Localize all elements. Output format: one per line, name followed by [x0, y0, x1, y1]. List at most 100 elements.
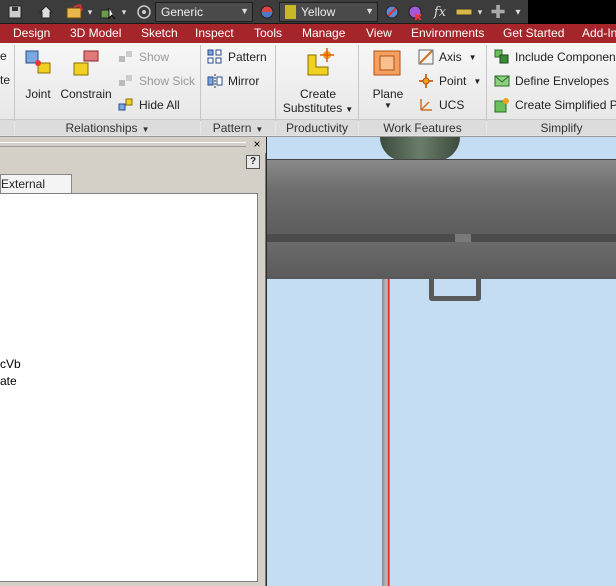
customize-qat-icon[interactable]: ▾	[512, 2, 524, 22]
chevron-down-icon: ▼	[473, 76, 482, 86]
hide-all-label: Hide All	[139, 98, 180, 112]
chevron-down-icon: ▼	[255, 125, 264, 134]
tab-view[interactable]: View	[366, 25, 392, 42]
dropdown-arrow-icon[interactable]: ▾	[120, 2, 128, 22]
rules-tree: cVb ate	[0, 193, 258, 582]
axis-icon	[418, 49, 434, 65]
dropdown-arrow-icon[interactable]: ▾	[476, 2, 484, 22]
create-simplified-part-icon	[494, 97, 510, 113]
productivity-group-label: Productivity	[276, 119, 358, 135]
show-sick-button[interactable]: Show Sick	[118, 73, 195, 89]
tab-environments[interactable]: Environments	[411, 25, 484, 42]
panel-grip[interactable]	[0, 142, 246, 147]
tab-inspect[interactable]: Inspect	[195, 25, 234, 42]
simplify-group-label: Simplify	[487, 119, 616, 135]
adjust-appearance-icon[interactable]	[382, 2, 402, 22]
show-button[interactable]: Show	[118, 49, 169, 65]
plus-icon[interactable]: ✚	[488, 2, 508, 22]
measure-icon[interactable]	[454, 2, 474, 22]
point-button[interactable]: Point ▼	[418, 73, 481, 89]
include-components-icon	[494, 49, 510, 65]
create-substitutes-label-2: Substitutes ▼	[282, 101, 354, 115]
point-label: Point	[439, 74, 467, 88]
tab-3d-model[interactable]: 3D Model	[70, 25, 121, 42]
pattern-group-text: Pattern	[212, 121, 252, 135]
chevron-down-icon: ▼	[468, 52, 477, 62]
chevron-down-icon: ▼	[365, 6, 374, 16]
create-substitutes-button[interactable]: Create Substitutes ▼	[282, 47, 354, 115]
relationships-group-label[interactable]: Relationships ▼	[15, 119, 200, 135]
browser-panel: × ? External Rules cVb ate	[0, 137, 266, 586]
constrain-button[interactable]: Constrain	[59, 47, 113, 101]
group-separator	[14, 45, 15, 121]
clipped-group-label	[0, 119, 14, 135]
ribbon-panel: e te Joint Constrain Show Show Sick Hide…	[0, 43, 616, 137]
appearance-value: Yellow	[301, 5, 336, 19]
tab-manage[interactable]: Manage	[302, 25, 345, 42]
ucs-label: UCS	[439, 98, 465, 112]
hide-all-icon	[118, 97, 134, 113]
chevron-down-icon: ▼	[141, 125, 150, 134]
relationships-label: Relationships	[65, 121, 138, 135]
tab-get-started[interactable]: Get Started	[503, 25, 564, 42]
panel-title-bar[interactable]	[0, 137, 266, 153]
tab-add-ins[interactable]: Add-Ins	[582, 25, 616, 42]
chevron-down-icon: ▼	[384, 101, 392, 110]
clipped-command-1[interactable]: e	[0, 49, 7, 63]
clear-appearance-icon[interactable]	[405, 2, 425, 22]
axis-button[interactable]: Axis ▼	[418, 49, 477, 65]
group-separator	[358, 45, 359, 121]
save-icon[interactable]	[6, 2, 24, 22]
create-simplified-part-button[interactable]: Create Simplified Part	[494, 97, 616, 113]
chevron-down-icon: ▼	[345, 105, 354, 114]
create-substitutes-label-2-text: Substitutes	[282, 101, 343, 115]
pattern-button[interactable]: Pattern	[207, 49, 267, 65]
hide-all-button[interactable]: Hide All	[118, 97, 180, 113]
parameters-icon[interactable]: fx	[430, 2, 450, 22]
plane-button[interactable]: Plane ▼	[364, 47, 412, 110]
mirror-label: Mirror	[228, 74, 260, 88]
ucs-button[interactable]: UCS	[418, 97, 464, 113]
axis-label: Axis	[439, 50, 462, 64]
title-bar-area	[528, 0, 616, 24]
material-icon[interactable]	[134, 2, 154, 22]
joint-label: Joint	[25, 87, 51, 101]
tree-item[interactable]: cVb	[0, 357, 21, 371]
appearance-select[interactable]: Yellow ▼	[279, 2, 378, 22]
constrain-icon	[70, 47, 102, 79]
tab-external-rules[interactable]: External Rules	[0, 174, 72, 209]
graphics-viewport[interactable]	[267, 137, 616, 586]
joint-button[interactable]: Joint	[18, 47, 58, 101]
show-label: Show	[139, 50, 170, 64]
ucs-icon	[418, 97, 434, 113]
appearance-icon[interactable]	[257, 2, 277, 22]
define-envelopes-button[interactable]: Define Envelopes	[494, 73, 609, 89]
help-icon[interactable]: ?	[246, 155, 260, 169]
constrain-label: Constrain	[60, 87, 112, 101]
dropdown-arrow-icon[interactable]: ▾	[86, 2, 94, 22]
color-swatch-icon	[285, 5, 296, 19]
home-icon[interactable]	[36, 2, 56, 22]
mirror-button[interactable]: Mirror	[207, 73, 259, 89]
tab-design[interactable]: Design	[13, 25, 50, 42]
include-components-button[interactable]: Include Components	[494, 49, 616, 65]
tab-tools[interactable]: Tools	[254, 25, 282, 42]
pattern-group-label[interactable]: Pattern ▼	[201, 119, 275, 135]
create-substitutes-label-1: Create	[299, 87, 337, 101]
material-select[interactable]: Generic ▼	[155, 2, 253, 22]
open-icon[interactable]	[62, 2, 88, 22]
fx-label: fx	[433, 4, 447, 20]
select-icon[interactable]	[98, 2, 118, 22]
group-separator	[275, 45, 276, 121]
productivity-label: Productivity	[285, 121, 349, 135]
plane-icon	[372, 47, 404, 79]
selection-highlight-line	[388, 279, 389, 586]
tab-sketch[interactable]: Sketch	[141, 25, 178, 42]
plane-label: Plane	[372, 87, 404, 101]
joint-icon	[22, 47, 54, 79]
tree-item[interactable]: ate	[0, 374, 17, 388]
clipped-command-2[interactable]: te	[0, 73, 10, 87]
beam-model-bottom	[267, 242, 616, 279]
beam-model-edge	[267, 234, 616, 242]
close-icon[interactable]: ×	[250, 137, 264, 151]
